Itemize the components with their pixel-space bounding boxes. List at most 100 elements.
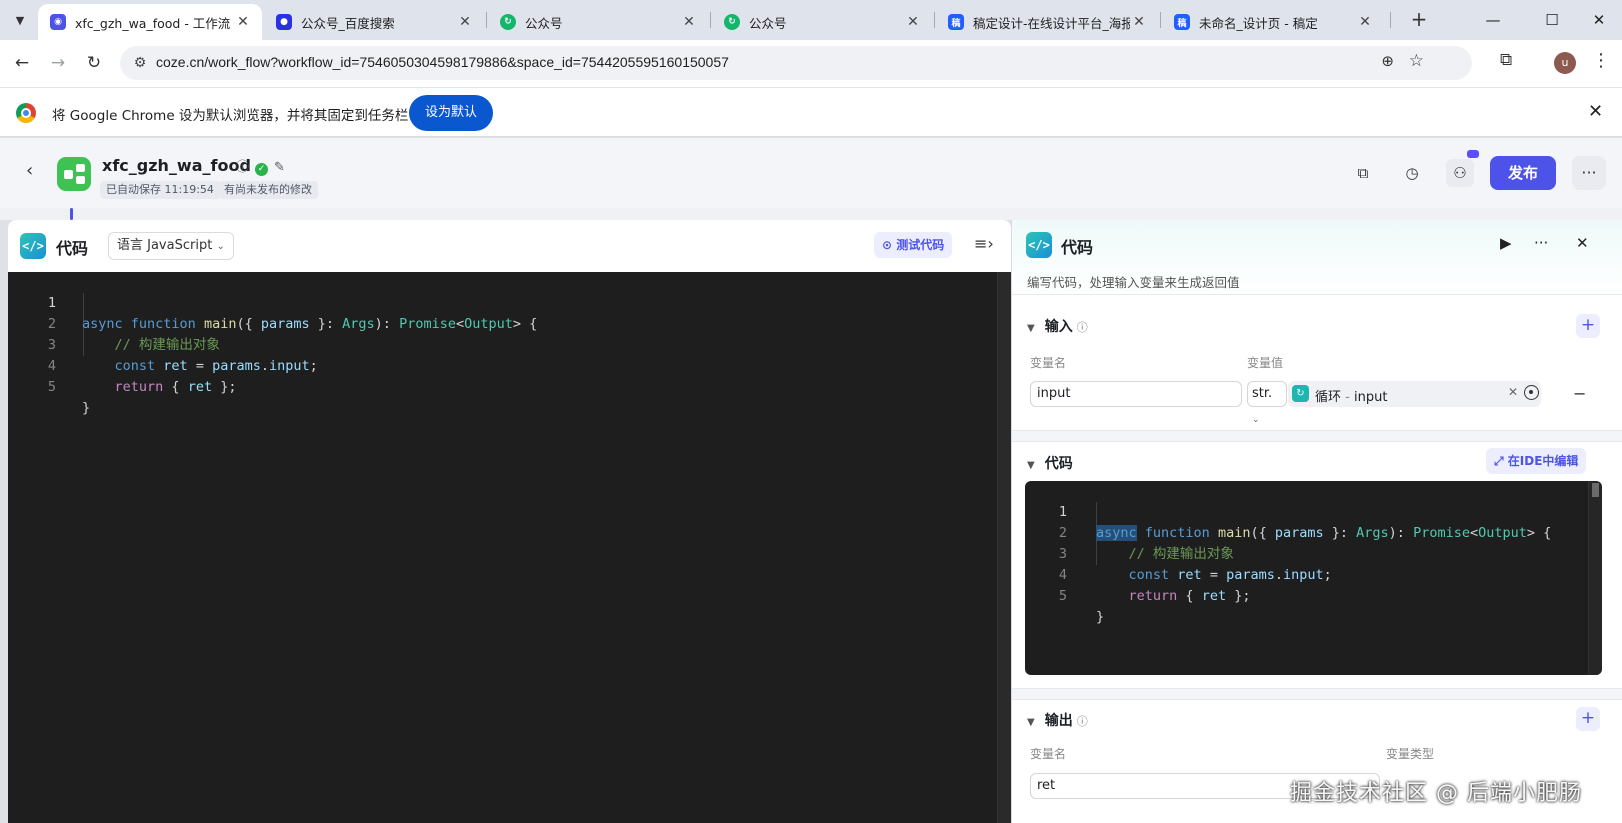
address-bar[interactable]: ⚙ coze.cn/work_flow?workflow_id=75460503… — [120, 46, 1472, 80]
browser-tab-6[interactable]: 稿 未命名_设计页 - 稿定 ✕ — [1162, 4, 1384, 40]
input-section-title[interactable]: ▼ 输入 ⓘ — [1027, 316, 1088, 336]
code-line: 2 // 构建输出对象 — [1058, 525, 1234, 562]
browser-menu-icon[interactable]: ⋮ — [1592, 50, 1610, 71]
code-line: 3 const ret = params.input; — [47, 337, 318, 374]
watermark-text: 掘金技术社区 @ 后端小肥肠 — [1290, 781, 1582, 806]
info-circle-icon: ⓘ — [1076, 715, 1088, 728]
section-divider — [1012, 430, 1622, 442]
back-chevron-icon[interactable]: ‹ — [26, 160, 33, 181]
forward-arrow-icon[interactable]: → — [46, 51, 70, 75]
edit-icon[interactable]: ✎ — [274, 160, 285, 175]
remove-input-icon[interactable]: − — [1573, 384, 1586, 403]
code-line: 1 async function main({ params }: Args):… — [1058, 504, 1552, 541]
refresh-swirl-icon: ↻ — [724, 14, 740, 30]
expand-arrow-icon: ⤢ — [1494, 454, 1504, 468]
more-options-icon[interactable]: ··· — [1572, 156, 1606, 190]
publish-button[interactable]: 发布 — [1490, 156, 1556, 190]
reload-icon[interactable]: ↻ — [82, 51, 106, 75]
code-editor[interactable]: 1 async function main({ params }: Args):… — [8, 272, 1011, 823]
code-line: 4 return { ret }; — [1058, 567, 1251, 604]
tab-close-icon[interactable]: ✕ — [1356, 14, 1374, 30]
language-label: 语言 JavaScript — [117, 238, 213, 253]
chevron-down-icon: ▼ — [1027, 717, 1035, 728]
edit-in-ide-button[interactable]: ⤢ 在IDE中编辑 — [1486, 448, 1587, 474]
tab-title: xfc_gzh_wa_food - 工作流 - 扣 — [75, 15, 234, 31]
preview-scrollbar[interactable] — [1588, 481, 1602, 675]
tab-title: 稿定设计-在线设计平台_海报 — [973, 15, 1130, 31]
browser-tab-3[interactable]: ↻ 公众号 ✕ — [488, 4, 708, 40]
chevron-down-icon: ⌄ — [216, 241, 225, 252]
infobar-message: 将 Google Chrome 设为默认浏览器，并将其固定到任务栏 — [52, 108, 409, 124]
browser-tab-5[interactable]: 稿 稿定设计-在线设计平台_海报 ✕ — [936, 4, 1158, 40]
panel-title: 代码 — [1061, 238, 1094, 257]
browser-tab-1[interactable]: ◉ xfc_gzh_wa_food - 工作流 - 扣 ✕ — [38, 4, 262, 40]
input-var-name-field[interactable]: input — [1030, 381, 1242, 407]
tab-title: 公众号_百度搜索 — [301, 15, 395, 31]
out-name-header: 变量名 — [1030, 747, 1067, 761]
extensions-puzzle-icon[interactable]: ⧉ — [1500, 50, 1512, 70]
back-arrow-icon[interactable]: ← — [10, 51, 34, 75]
chevron-down-icon: ⌄ — [1252, 415, 1260, 425]
browser-tab-4[interactable]: ↻ 公众号 ✕ — [712, 4, 932, 40]
language-select[interactable]: 语言 JavaScript ⌄ — [108, 232, 234, 260]
input-type-select[interactable]: str. ⌄ — [1247, 381, 1287, 425]
clear-ref-icon[interactable]: ✕ — [1508, 385, 1518, 399]
tab-close-icon[interactable]: ✕ — [1130, 14, 1148, 30]
history-clock-icon[interactable]: ◷ — [1398, 159, 1426, 187]
input-reference-field[interactable]: ↻ 循环 - input ✕ — [1288, 381, 1541, 407]
code-node-icon: </> — [1026, 232, 1052, 258]
info-circle-icon[interactable]: ⓘ — [236, 160, 249, 175]
out-type-header: 变量类型 — [1386, 747, 1435, 761]
tab-separator — [486, 12, 487, 28]
collab-badge — [1467, 150, 1479, 158]
target-select-icon[interactable] — [1524, 385, 1539, 400]
editor-title: 代码 — [56, 239, 89, 258]
section-divider — [1012, 688, 1622, 700]
code-node-icon: </> — [20, 233, 46, 259]
zoom-icon[interactable]: ⊕ — [1381, 52, 1394, 70]
panel-header: </> 代码 ▶ ··· ✕ 编写代码，处理输入变量来生成返回值 — [1012, 220, 1622, 295]
tab-title: 公众号 — [525, 15, 563, 31]
add-input-button[interactable]: + — [1576, 314, 1600, 338]
bookmark-star-icon[interactable]: ☆ — [1409, 51, 1424, 71]
copy-icon[interactable]: ⧉ — [1349, 159, 1377, 187]
collaborators-icon[interactable]: ⚇ — [1446, 159, 1474, 187]
add-output-button[interactable]: + — [1576, 707, 1600, 731]
site-info-icon[interactable]: ⚙ — [128, 51, 152, 75]
tab-close-icon[interactable]: ✕ — [456, 14, 474, 30]
editor-scrollbar[interactable] — [997, 272, 1011, 823]
workflow-name: xfc_gzh_wa_food — [102, 156, 251, 175]
infobar-close-icon[interactable]: ✕ — [1588, 101, 1603, 122]
profile-avatar[interactable]: u — [1554, 52, 1576, 74]
browser-tab-2[interactable]: ● 公众号_百度搜索 ✕ — [264, 4, 484, 40]
collapse-panel-icon[interactable]: ≡› — [974, 234, 994, 253]
tab-close-icon[interactable]: ✕ — [234, 14, 252, 30]
code-section-title[interactable]: ▼ 代码 — [1027, 453, 1073, 473]
output-section-title[interactable]: ▼ 输出 ⓘ — [1027, 710, 1088, 730]
tab-search-chevron-icon[interactable]: ▼ — [6, 6, 34, 34]
tab-separator — [1160, 12, 1161, 28]
editor-header: </> 代码 语言 JavaScript ⌄ ⊙ 测试代码 ≡› — [8, 220, 1011, 272]
minimize-icon[interactable]: — — [1480, 8, 1506, 32]
set-default-button[interactable]: 设为默认 — [409, 95, 493, 131]
var-value-header: 变量值 — [1247, 356, 1284, 370]
tab-close-icon[interactable]: ✕ — [904, 14, 922, 30]
chevron-down-icon: ▼ — [1027, 323, 1035, 334]
code-line-text: async function main({ params }: Args): P… — [82, 316, 538, 332]
window-close-icon[interactable]: ✕ — [1586, 8, 1612, 32]
loop-icon: ↻ — [1292, 385, 1309, 402]
new-tab-plus-icon[interactable]: + — [1406, 7, 1432, 33]
run-play-icon[interactable]: ▶ — [1500, 234, 1512, 252]
browser-toolbar: ← → ↻ ⚙ coze.cn/work_flow?workflow_id=75… — [0, 40, 1622, 87]
code-line: 5 } — [47, 379, 91, 416]
chrome-logo-icon — [16, 103, 36, 123]
code-line: 3 const ret = params.input; — [1058, 546, 1332, 583]
maximize-icon[interactable]: ☐ — [1539, 8, 1565, 32]
url-text[interactable]: coze.cn/work_flow?workflow_id=7546050304… — [156, 54, 729, 70]
code-preview[interactable]: 1 async function main({ params }: Args):… — [1025, 481, 1602, 675]
panel-description: 编写代码，处理输入变量来生成返回值 — [1027, 275, 1240, 290]
panel-close-icon[interactable]: ✕ — [1576, 234, 1589, 252]
test-code-button[interactable]: ⊙ 测试代码 — [874, 232, 953, 258]
more-dots-icon[interactable]: ··· — [1534, 234, 1548, 252]
tab-close-icon[interactable]: ✕ — [680, 14, 698, 30]
